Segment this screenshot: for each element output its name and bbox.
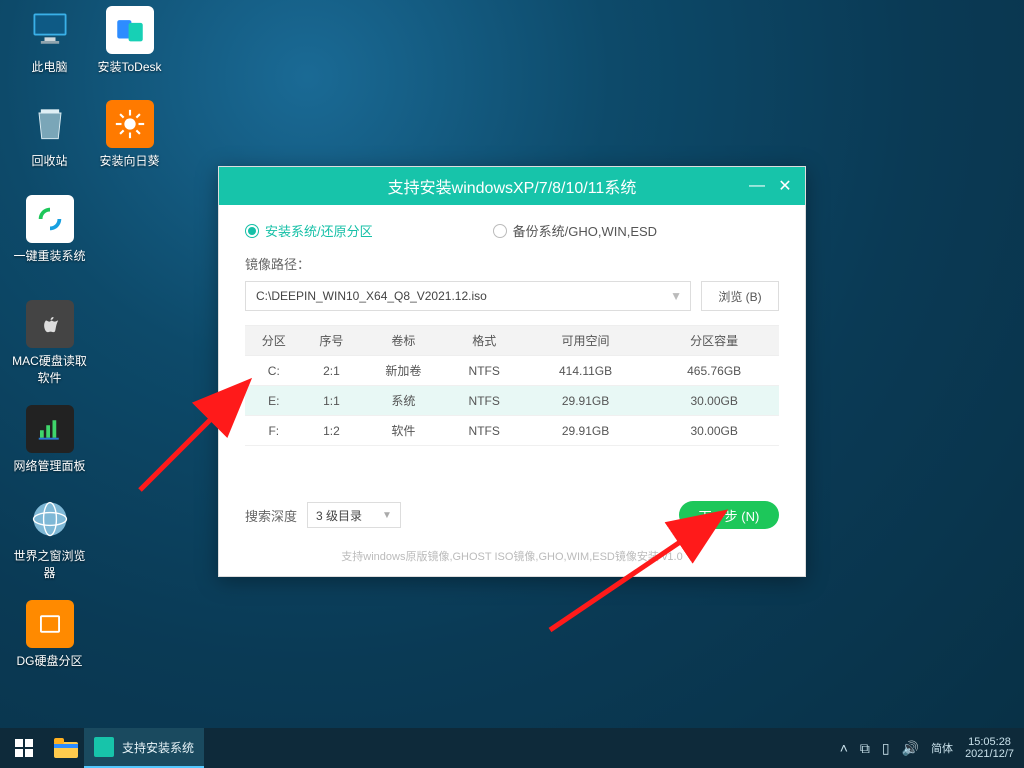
desktop-icon-recycle[interactable]: 回收站 bbox=[12, 100, 87, 169]
search-depth-label: 搜索深度 bbox=[245, 506, 297, 525]
caret-down-icon: ▼ bbox=[670, 289, 682, 303]
partition-cell: F: bbox=[245, 416, 303, 446]
partition-cell: 30.00GB bbox=[649, 386, 779, 416]
window-title: 支持安装windowsXP/7/8/10/11系统 bbox=[388, 174, 637, 198]
partition-cell: 465.76GB bbox=[649, 356, 779, 386]
partition-cell: E: bbox=[245, 386, 303, 416]
partition-cell: 新加卷 bbox=[360, 356, 446, 386]
clock-time: 15:05:28 bbox=[965, 736, 1014, 748]
desktop-icon-label: 此电脑 bbox=[12, 58, 87, 75]
desktop-icon-label: 世界之窗浏览器 bbox=[12, 547, 87, 581]
installer-window: 支持安装windowsXP/7/8/10/11系统 ― ✕ 安装系统/还原分区 … bbox=[218, 166, 806, 577]
image-path-label: 镜像路径： bbox=[245, 254, 779, 273]
next-button[interactable]: 下一步 (N) bbox=[679, 501, 779, 529]
desktop-icon-todesk[interactable]: 安装ToDesk bbox=[92, 6, 167, 75]
partition-header: 卷标 bbox=[360, 326, 446, 356]
taskbar-clock[interactable]: 15:05:28 2021/12/7 bbox=[965, 736, 1014, 760]
desktop-icon-sunlogin[interactable]: 安装向日葵 bbox=[92, 100, 167, 169]
desktop-icon-net-panel[interactable]: 网络管理面板 bbox=[12, 405, 87, 474]
tray-up-icon[interactable]: ˄ bbox=[840, 740, 848, 756]
desktop-icon-label: MAC硬盘读取软件 bbox=[12, 352, 87, 386]
browse-button[interactable]: 浏览 (B) bbox=[701, 281, 779, 311]
tab-install-restore[interactable]: 安装系统/还原分区 bbox=[245, 221, 373, 240]
partition-header: 可用空间 bbox=[522, 326, 650, 356]
partition-row[interactable]: F:1:2软件NTFS29.91GB30.00GB bbox=[245, 416, 779, 446]
desktop-icon-reinstall[interactable]: 一键重装系统 bbox=[12, 195, 87, 264]
partition-cell: NTFS bbox=[447, 356, 522, 386]
desktop-icon-mac-reader[interactable]: MAC硬盘读取软件 bbox=[12, 300, 87, 386]
desktop-icon-label: 一键重装系统 bbox=[12, 247, 87, 264]
app-icon bbox=[94, 737, 114, 757]
partition-cell: 29.91GB bbox=[522, 386, 650, 416]
partition-cell: NTFS bbox=[447, 416, 522, 446]
battery-icon[interactable]: ▯ bbox=[882, 740, 890, 757]
desktop-icon-world-browser[interactable]: 世界之窗浏览器 bbox=[12, 495, 87, 581]
taskbar-active-app[interactable]: 支持安装系统 bbox=[84, 728, 204, 768]
tab-label: 备份系统/GHO,WIN,ESD bbox=[513, 221, 657, 240]
window-titlebar: 支持安装windowsXP/7/8/10/11系统 ― ✕ bbox=[219, 167, 805, 205]
partition-cell: 414.11GB bbox=[522, 356, 650, 386]
desktop-icon-label: 安装ToDesk bbox=[92, 58, 167, 75]
partition-cell: 1:1 bbox=[303, 386, 361, 416]
dg-icon bbox=[26, 600, 74, 648]
reinstall-icon bbox=[26, 195, 74, 243]
desktop-icon-label: DG硬盘分区 bbox=[12, 652, 87, 669]
system-tray: ˄ ⧉ ▯ 🔊 简体 15:05:28 2021/12/7 bbox=[830, 728, 1024, 768]
taskbar: 支持安装系统 ˄ ⧉ ▯ 🔊 简体 15:05:28 2021/12/7 bbox=[0, 728, 1024, 768]
tab-label: 安装系统/还原分区 bbox=[265, 221, 373, 240]
start-button[interactable] bbox=[0, 728, 48, 768]
iso-path-dropdown[interactable]: C:\DEEPIN_WIN10_X64_Q8_V2021.12.iso ▼ bbox=[245, 281, 691, 311]
iso-path-value: C:\DEEPIN_WIN10_X64_Q8_V2021.12.iso bbox=[256, 289, 487, 303]
partition-cell: 系统 bbox=[360, 386, 446, 416]
monitor-icon bbox=[26, 6, 74, 54]
trash-icon bbox=[26, 100, 74, 148]
partition-row[interactable]: C:2:1新加卷NTFS414.11GB465.76GB bbox=[245, 356, 779, 386]
window-footer-text: 支持windows原版镜像,GHOST ISO镜像,GHO,WIM,ESD镜像安… bbox=[219, 548, 805, 564]
partition-header: 分区 bbox=[245, 326, 303, 356]
search-depth-value: 3 级目录 bbox=[316, 507, 362, 524]
partition-cell: 29.91GB bbox=[522, 416, 650, 446]
partition-row[interactable]: E:1:1系统NTFS29.91GB30.00GB bbox=[245, 386, 779, 416]
partition-cell: NTFS bbox=[447, 386, 522, 416]
volume-icon[interactable]: 🔊 bbox=[902, 740, 919, 757]
sunflower-icon bbox=[106, 100, 154, 148]
close-button[interactable]: ✕ bbox=[771, 172, 799, 200]
radio-dot-icon bbox=[245, 224, 259, 238]
minimize-button[interactable]: ― bbox=[743, 172, 771, 200]
search-depth-select[interactable]: 3 级目录 ▼ bbox=[307, 502, 401, 528]
clock-date: 2021/12/7 bbox=[965, 748, 1014, 760]
partition-header: 格式 bbox=[447, 326, 522, 356]
taskbar-explorer[interactable] bbox=[48, 728, 84, 768]
ime-indicator[interactable]: 简体 bbox=[931, 740, 953, 756]
network-icon[interactable]: ⧉ bbox=[860, 740, 870, 757]
partition-cell: 软件 bbox=[360, 416, 446, 446]
todesk-icon bbox=[106, 6, 154, 54]
partition-header: 序号 bbox=[303, 326, 361, 356]
tab-backup[interactable]: 备份系统/GHO,WIN,ESD bbox=[493, 221, 657, 240]
chart-icon bbox=[26, 405, 74, 453]
partition-cell: 30.00GB bbox=[649, 416, 779, 446]
taskbar-app-label: 支持安装系统 bbox=[122, 739, 194, 756]
desktop-icon-dg[interactable]: DG硬盘分区 bbox=[12, 600, 87, 669]
partition-table: 分区序号卷标格式可用空间分区容量 C:2:1新加卷NTFS414.11GB465… bbox=[245, 325, 779, 446]
desktop-icon-this-pc[interactable]: 此电脑 bbox=[12, 6, 87, 75]
caret-down-icon: ▼ bbox=[382, 510, 392, 521]
desktop-icon-label: 回收站 bbox=[12, 152, 87, 169]
window-body: 安装系统/还原分区 备份系统/GHO,WIN,ESD 镜像路径： C:\DEEP… bbox=[219, 205, 805, 456]
globe-icon bbox=[26, 495, 74, 543]
desktop-icon-label: 网络管理面板 bbox=[12, 457, 87, 474]
radio-dot-icon bbox=[493, 224, 507, 238]
partition-cell: 2:1 bbox=[303, 356, 361, 386]
apple-icon bbox=[26, 300, 74, 348]
partition-cell: 1:2 bbox=[303, 416, 361, 446]
desktop-icon-label: 安装向日葵 bbox=[92, 152, 167, 169]
partition-header: 分区容量 bbox=[649, 326, 779, 356]
partition-cell: C: bbox=[245, 356, 303, 386]
